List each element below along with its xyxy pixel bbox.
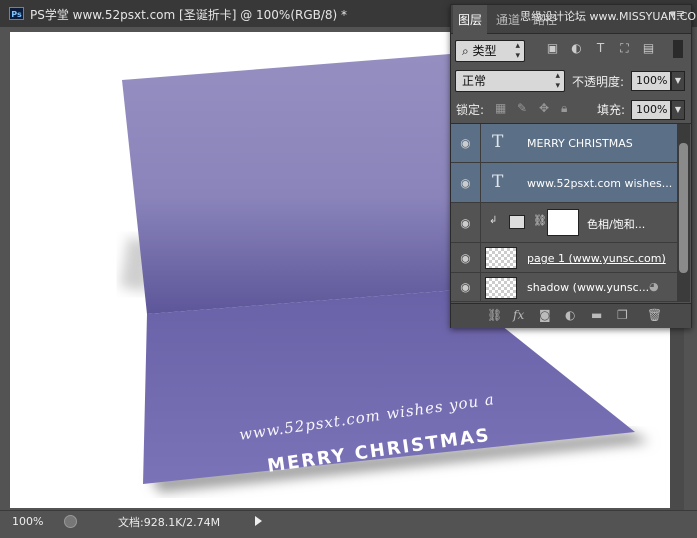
- lock-position-icon[interactable]: ✥: [539, 101, 549, 115]
- type-filter-icon[interactable]: T: [594, 42, 607, 54]
- smart-object-filter-icon[interactable]: ▤: [642, 42, 655, 54]
- layer-name[interactable]: shadow (www.yunsc...: [527, 281, 649, 294]
- link-icon: ⛓: [533, 214, 547, 227]
- visibility-eye-icon[interactable]: ◉: [451, 163, 481, 202]
- blend-mode-select[interactable]: 正常 ▴ ▾: [455, 70, 565, 92]
- smart-filter-icon: ◕: [649, 280, 659, 293]
- document-title: PS学堂 www.52psxt.com [圣诞折卡] @ 100%(RGB/8)…: [30, 8, 348, 22]
- group-folder-icon[interactable]: ▬: [591, 308, 602, 322]
- panel-footer: ⛓ fx ◙ ◐ ▬ ❐ 🗑︎: [451, 303, 691, 328]
- pixel-filter-icon[interactable]: ▣: [546, 42, 559, 54]
- lock-all-icon[interactable]: 🔒︎: [561, 101, 567, 116]
- layer-name[interactable]: 色相/饱和...: [587, 216, 645, 232]
- layer-row[interactable]: ◉ page 1 (www.yunsc.com): [451, 243, 677, 273]
- layer-thumbnail: [485, 247, 517, 269]
- lock-label: 锁定:: [456, 103, 485, 117]
- layer-row[interactable]: ◉ shadow (www.yunsc... ◕: [451, 273, 677, 302]
- select-arrows-icon: ▴ ▾: [515, 41, 520, 61]
- tab-layers[interactable]: 图层: [458, 11, 482, 28]
- visibility-eye-icon[interactable]: ◉: [451, 124, 481, 162]
- visibility-eye-icon[interactable]: ◉: [451, 243, 481, 272]
- tab-channels[interactable]: 通道: [496, 11, 520, 28]
- text-layer-icon: T: [492, 172, 504, 192]
- opacity-input[interactable]: 100%: [631, 71, 671, 91]
- filter-type-label: 类型: [472, 44, 497, 58]
- add-mask-icon[interactable]: ◙: [539, 308, 551, 322]
- layers-panel: 图层 通道 路径 ▾≡ ⌕ 类型 ▴ ▾ ▣ ◐ T ⛶ ▤ 正常 ▴ ▾ 不透明度…: [450, 4, 692, 328]
- fill-input[interactable]: 100%: [631, 100, 671, 120]
- card-top-panel: [122, 54, 457, 314]
- search-icon: ⌕: [462, 44, 473, 58]
- watermark-text: 思缘设计论坛 www.MISSYUAN.COM: [520, 10, 697, 23]
- filter-row: ⌕ 类型 ▴ ▾ ▣ ◐ T ⛶ ▤: [451, 35, 691, 67]
- trash-icon[interactable]: 🗑︎: [647, 308, 662, 322]
- status-menu-arrow-icon[interactable]: [255, 516, 262, 526]
- blend-row: 正常 ▴ ▾ 不透明度: 100% ▼: [451, 67, 691, 95]
- layers-scroll-thumb[interactable]: [679, 143, 688, 273]
- zoom-level[interactable]: 100%: [12, 515, 43, 528]
- layer-name[interactable]: page 1 (www.yunsc.com): [527, 252, 666, 265]
- layer-row[interactable]: ◉ ↲ ⛓ 色相/饱和...: [451, 203, 677, 243]
- filter-type-select[interactable]: ⌕ 类型 ▴ ▾: [455, 40, 525, 62]
- mask-thumbnail[interactable]: [547, 209, 579, 236]
- fill-label: 填充:: [597, 103, 626, 117]
- layer-name[interactable]: MERRY CHRISTMAS: [527, 137, 633, 150]
- lock-row: 锁定: ▦ ✎ ✥ 🔒︎ 填充: 100% ▼: [451, 95, 691, 124]
- select-arrows-icon: ▴ ▾: [555, 71, 560, 91]
- fx-icon[interactable]: fx: [513, 308, 524, 322]
- layer-row[interactable]: ◉ T MERRY CHRISTMAS: [451, 124, 677, 163]
- status-bar: 100% 文档:928.1K/2.74M: [0, 510, 697, 538]
- fill-dropdown-icon[interactable]: ▼: [671, 100, 685, 120]
- filter-toggle[interactable]: [673, 40, 683, 58]
- visibility-eye-icon[interactable]: ◉: [451, 203, 481, 242]
- blend-mode-value: 正常: [462, 74, 487, 88]
- layers-list: ◉ T MERRY CHRISTMAS ◉ T www.52psxt.com w…: [451, 124, 677, 302]
- clipping-arrow-icon: ↲: [489, 215, 498, 226]
- adjustment-layer-icon[interactable]: ◐: [565, 308, 575, 322]
- opacity-dropdown-icon[interactable]: ▼: [671, 71, 685, 91]
- new-layer-icon[interactable]: ❐: [617, 308, 628, 322]
- text-layer-icon: T: [492, 132, 504, 152]
- photoshop-logo-icon: Ps: [9, 7, 24, 20]
- layer-row[interactable]: ◉ T www.52psxt.com wishes...: [451, 163, 677, 203]
- layer-name[interactable]: www.52psxt.com wishes...: [527, 177, 672, 190]
- lock-transparent-icon[interactable]: ▦: [495, 101, 506, 115]
- adjustment-filter-icon[interactable]: ◐: [570, 42, 583, 54]
- lock-image-icon[interactable]: ✎: [517, 101, 527, 115]
- opacity-label: 不透明度:: [572, 75, 625, 89]
- visibility-eye-icon[interactable]: ◉: [451, 273, 481, 301]
- histogram-icon: [509, 215, 525, 229]
- shape-filter-icon[interactable]: ⛶: [618, 42, 631, 54]
- layer-thumbnail: [485, 277, 517, 299]
- link-layers-icon[interactable]: ⛓: [487, 308, 502, 322]
- document-info: 文档:928.1K/2.74M: [118, 516, 221, 529]
- status-info-icon[interactable]: [64, 515, 77, 528]
